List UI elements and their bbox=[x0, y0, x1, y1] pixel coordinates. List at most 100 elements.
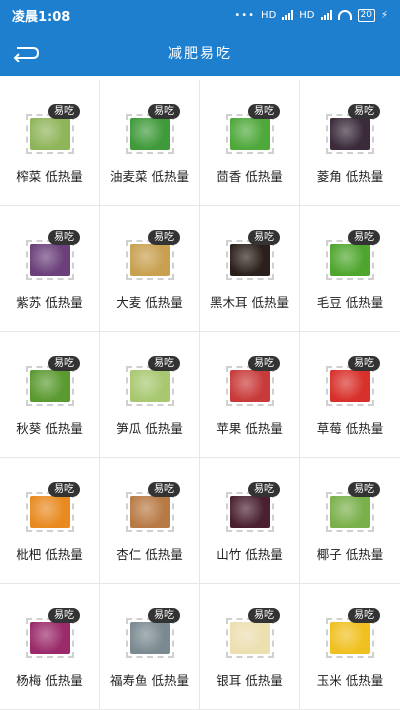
food-label: 大麦 低热量 bbox=[116, 295, 183, 310]
easy-eat-badge: 易吃 bbox=[248, 482, 280, 497]
food-label: 苹果 低热量 bbox=[216, 421, 283, 436]
easy-eat-badge: 易吃 bbox=[148, 356, 180, 371]
food-image bbox=[230, 244, 270, 276]
food-image bbox=[30, 622, 70, 654]
food-label: 秋葵 低热量 bbox=[16, 421, 83, 436]
food-thumbnail-frame bbox=[26, 366, 74, 406]
food-image bbox=[330, 244, 370, 276]
food-thumbnail-frame bbox=[126, 366, 174, 406]
food-label: 福寿鱼 低热量 bbox=[110, 673, 189, 688]
food-item[interactable]: 易吃 苹果 低热量 bbox=[200, 332, 300, 458]
food-item[interactable]: 易吃山竹 低热量 bbox=[200, 458, 300, 584]
easy-eat-badge: 易吃 bbox=[348, 230, 380, 245]
app-bar: 减肥易吃 bbox=[0, 30, 400, 76]
status-bar: 凌晨1:08 ••• HD HD 20 ⚡ bbox=[0, 0, 400, 30]
food-image bbox=[30, 118, 70, 150]
easy-eat-badge: 易吃 bbox=[348, 356, 380, 371]
easy-eat-badge: 易吃 bbox=[148, 608, 180, 623]
food-image bbox=[230, 370, 270, 402]
food-image bbox=[30, 496, 70, 528]
food-item[interactable]: 易吃 油麦菜 低热量 bbox=[100, 80, 200, 206]
food-image bbox=[230, 622, 270, 654]
easy-eat-badge: 易吃 bbox=[48, 608, 80, 623]
food-thumbnail-frame bbox=[26, 618, 74, 658]
food-thumbnail-frame bbox=[26, 492, 74, 532]
signal-icon-1 bbox=[282, 10, 294, 20]
food-image bbox=[130, 118, 170, 150]
food-item[interactable]: 易吃玉米 低热量 bbox=[300, 584, 400, 710]
food-thumbnail-frame bbox=[326, 366, 374, 406]
food-image bbox=[30, 244, 70, 276]
food-image bbox=[330, 118, 370, 150]
food-thumbnail-frame bbox=[126, 114, 174, 154]
food-label: 榨菜 低热量 bbox=[16, 169, 83, 184]
food-label: 银耳 低热量 bbox=[216, 673, 283, 688]
food-label: 玉米 低热量 bbox=[316, 673, 384, 688]
food-thumbnail-frame bbox=[326, 618, 374, 658]
status-icons: ••• HD HD 20 ⚡ bbox=[234, 8, 388, 22]
food-item[interactable]: 易吃 紫苏 低热量 bbox=[0, 206, 100, 332]
food-image bbox=[30, 370, 70, 402]
food-image bbox=[130, 370, 170, 402]
food-image bbox=[230, 496, 270, 528]
page-title: 减肥易吃 bbox=[168, 46, 232, 62]
food-item[interactable]: 易吃 毛豆 低热量 bbox=[300, 206, 400, 332]
food-label: 菱角 低热量 bbox=[316, 169, 384, 184]
food-thumbnail-frame bbox=[326, 492, 374, 532]
food-item[interactable]: 易吃福寿鱼 低热量 bbox=[100, 584, 200, 710]
easy-eat-badge: 易吃 bbox=[48, 482, 80, 497]
food-item[interactable]: 易吃杏仁 低热量 bbox=[100, 458, 200, 584]
easy-eat-badge: 易吃 bbox=[348, 104, 380, 119]
signal-icon-2 bbox=[320, 10, 332, 20]
wifi-icon bbox=[337, 10, 352, 20]
back-button[interactable] bbox=[8, 38, 44, 68]
food-item[interactable]: 易吃 茴香 低热量 bbox=[200, 80, 300, 206]
food-label: 黑木耳 低热量 bbox=[210, 295, 289, 310]
food-item[interactable]: 易吃 大麦 低热量 bbox=[100, 206, 200, 332]
easy-eat-badge: 易吃 bbox=[248, 230, 280, 245]
battery-icon: 20 bbox=[357, 8, 375, 22]
food-label: 草莓 低热量 bbox=[316, 421, 384, 436]
food-thumbnail-frame bbox=[26, 114, 74, 154]
easy-eat-badge: 易吃 bbox=[248, 608, 280, 623]
network-label-2: HD bbox=[299, 9, 315, 21]
food-label: 椰子 低热量 bbox=[316, 547, 384, 562]
food-thumbnail-frame bbox=[26, 240, 74, 280]
food-item[interactable]: 易吃笋瓜 低热量 bbox=[100, 332, 200, 458]
food-item[interactable]: 易吃杨梅 低热量 bbox=[0, 584, 100, 710]
food-label: 油麦菜 低热量 bbox=[110, 169, 189, 184]
more-dots-icon: ••• bbox=[234, 9, 256, 21]
charging-icon: ⚡ bbox=[380, 9, 388, 21]
food-image bbox=[130, 496, 170, 528]
food-label: 杨梅 低热量 bbox=[16, 673, 83, 688]
food-image bbox=[230, 118, 270, 150]
food-item[interactable]: 易吃黑木耳 低热量 bbox=[200, 206, 300, 332]
easy-eat-badge: 易吃 bbox=[348, 608, 380, 623]
easy-eat-badge: 易吃 bbox=[148, 482, 180, 497]
easy-eat-badge: 易吃 bbox=[48, 356, 80, 371]
food-thumbnail-frame bbox=[226, 114, 274, 154]
food-thumbnail-frame bbox=[226, 240, 274, 280]
food-thumbnail-frame bbox=[226, 366, 274, 406]
network-label-1: HD bbox=[261, 9, 277, 21]
food-item[interactable]: 易吃银耳 低热量 bbox=[200, 584, 300, 710]
food-thumbnail-frame bbox=[226, 492, 274, 532]
food-label: 茴香 低热量 bbox=[216, 169, 283, 184]
food-label: 杏仁 低热量 bbox=[116, 547, 183, 562]
food-label: 山竹 低热量 bbox=[216, 547, 283, 562]
food-item[interactable]: 易吃秋葵 低热量 bbox=[0, 332, 100, 458]
food-label: 枇杷 低热量 bbox=[16, 547, 83, 562]
status-time: 凌晨1:08 bbox=[12, 9, 71, 25]
food-item[interactable]: 易吃菱角 低热量 bbox=[300, 80, 400, 206]
easy-eat-badge: 易吃 bbox=[48, 230, 80, 245]
food-label: 笋瓜 低热量 bbox=[116, 421, 183, 436]
food-thumbnail-frame bbox=[326, 114, 374, 154]
food-item[interactable]: 易吃草莓 低热量 bbox=[300, 332, 400, 458]
food-thumbnail-frame bbox=[126, 492, 174, 532]
food-image bbox=[330, 622, 370, 654]
food-item[interactable]: 易吃枇杷 低热量 bbox=[0, 458, 100, 584]
easy-eat-badge: 易吃 bbox=[48, 104, 80, 119]
food-thumbnail-frame bbox=[226, 618, 274, 658]
food-item[interactable]: 易吃 椰子 低热量 bbox=[300, 458, 400, 584]
food-item[interactable]: 易吃榨菜 低热量 bbox=[0, 80, 100, 206]
